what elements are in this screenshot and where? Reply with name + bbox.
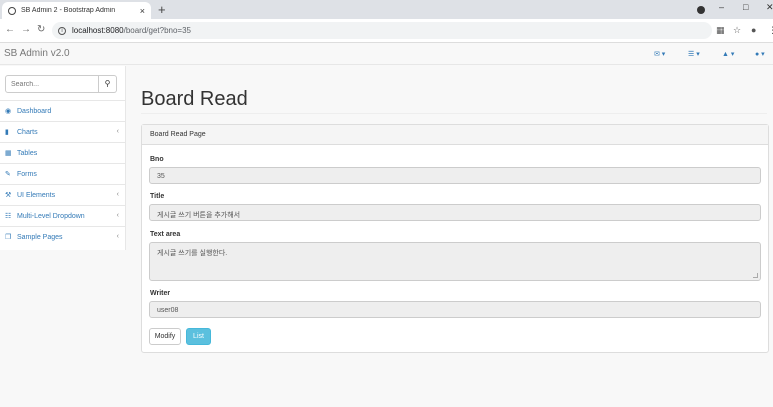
info-icon[interactable]: i — [58, 26, 66, 35]
sidebar-item-tables[interactable]: ▦ Tables — [0, 142, 126, 163]
chevron-left-icon: ‹ — [116, 191, 119, 198]
app-navbar: SB Admin v2.0 ✉ ▾ ☰ ▾ ▲ ▾ ● ▾ — [0, 43, 773, 65]
sidebar-menu: ◉ Dashboard ▮ Charts ‹ ▦ Tables ✎ Forms … — [0, 100, 126, 247]
sidebar-item-charts[interactable]: ▮ Charts ‹ — [0, 121, 126, 142]
search-button[interactable]: ⚲ — [99, 75, 117, 93]
search-icon: ⚲ — [104, 79, 111, 88]
writer-label: Writer — [150, 290, 171, 297]
search-input[interactable] — [5, 75, 99, 93]
bno-label: Bno — [150, 156, 164, 163]
globe-icon — [8, 6, 16, 15]
brand-link[interactable]: SB Admin v2.0 — [4, 48, 70, 59]
forward-icon[interactable]: → — [21, 24, 31, 35]
sidebar-item-label: Forms — [17, 170, 37, 178]
resize-handle-icon[interactable] — [753, 273, 758, 278]
sidebar-item-label: Dashboard — [17, 107, 52, 115]
sidebar-item-label: Charts — [17, 128, 38, 136]
new-tab-button[interactable]: + — [158, 2, 166, 17]
window-close-icon[interactable]: ✕ — [766, 2, 773, 13]
dashboard-icon: ◉ — [5, 108, 12, 115]
bookmark-star-icon[interactable]: ☆ — [733, 25, 741, 36]
url-host: localhost:8080 — [72, 26, 124, 35]
translate-icon[interactable]: ▦ — [716, 25, 725, 36]
edit-icon: ✎ — [5, 171, 11, 178]
writer-field[interactable]: user08 — [149, 301, 761, 318]
divider — [141, 113, 767, 114]
back-icon[interactable]: ← — [5, 24, 15, 35]
sidebar-item-label: UI Elements — [17, 191, 56, 199]
tasks-icon[interactable]: ☰ ▾ — [688, 50, 700, 58]
minimize-icon[interactable]: – — [719, 2, 724, 12]
browser-tab[interactable]: SB Admin 2 - Bootstrap Admin × — [2, 2, 151, 19]
url-field[interactable]: i localhost:8080/board/get?bno=35 — [52, 22, 712, 39]
profile-icon[interactable]: ● — [751, 25, 756, 35]
tab-title: SB Admin 2 - Bootstrap Admin — [21, 7, 116, 14]
reload-icon[interactable]: ↻ — [37, 24, 45, 35]
list-button[interactable]: List — [186, 328, 211, 345]
content-textarea[interactable]: 게시글 쓰기를 실행한다. — [149, 242, 761, 281]
sidebar-item-label: Multi-Level Dropdown — [17, 212, 85, 220]
title-field[interactable]: 게시글 쓰기 버튼을 추가해서 — [149, 204, 761, 221]
sidebar-item-label: Tables — [17, 149, 38, 157]
sidebar: ⚲ ◉ Dashboard ▮ Charts ‹ ▦ Tables ✎ Form… — [0, 66, 126, 250]
page-title: Board Read — [141, 88, 248, 110]
address-bar: ← → ↻ i localhost:8080/board/get?bno=35 … — [0, 19, 773, 43]
content-label: Text area — [150, 231, 181, 238]
title-label: Title — [150, 193, 165, 200]
sidebar-item-forms[interactable]: ✎ Forms — [0, 163, 126, 184]
sidebar-item-sample-pages[interactable]: ❐ Sample Pages ‹ — [0, 226, 126, 247]
table-icon: ▦ — [5, 150, 12, 157]
envelope-icon[interactable]: ✉ ▾ — [654, 50, 665, 58]
bno-field[interactable]: 35 — [149, 167, 761, 184]
modify-button[interactable]: Modify — [149, 328, 181, 345]
panel-heading: Board Read Page — [142, 125, 768, 145]
close-tab-icon[interactable]: × — [140, 6, 145, 16]
chevron-left-icon: ‹ — [116, 212, 119, 219]
sitemap-icon: ☷ — [5, 213, 12, 220]
menu-dots-icon[interactable]: ⋮ — [768, 25, 773, 36]
sidebar-search: ⚲ — [5, 75, 117, 93]
sidebar-item-label: Sample Pages — [17, 233, 63, 241]
bar-chart-icon: ▮ — [5, 129, 9, 136]
chevron-left-icon: ‹ — [116, 233, 119, 240]
maximize-icon[interactable]: □ — [743, 2, 748, 12]
files-icon: ❐ — [5, 234, 12, 241]
board-read-panel: Board Read Page Bno 35 Title 게시글 쓰기 버튼을 … — [141, 124, 769, 353]
record-icon[interactable] — [697, 6, 705, 14]
user-icon[interactable]: ● ▾ — [755, 50, 765, 58]
url-path: /board/get?bno=35 — [123, 26, 191, 35]
wrench-icon: ⚒ — [5, 192, 12, 199]
sidebar-item-multi-level-dropdown[interactable]: ☷ Multi-Level Dropdown ‹ — [0, 205, 126, 226]
browser-tab-bar: SB Admin 2 - Bootstrap Admin × + – □ ✕ — [0, 0, 773, 19]
bell-icon[interactable]: ▲ ▾ — [722, 50, 734, 58]
chevron-left-icon: ‹ — [116, 128, 119, 135]
content-text: 게시글 쓰기를 실행한다. — [157, 250, 228, 257]
sidebar-item-dashboard[interactable]: ◉ Dashboard — [0, 100, 126, 121]
sidebar-item-ui-elements[interactable]: ⚒ UI Elements ‹ — [0, 184, 126, 205]
